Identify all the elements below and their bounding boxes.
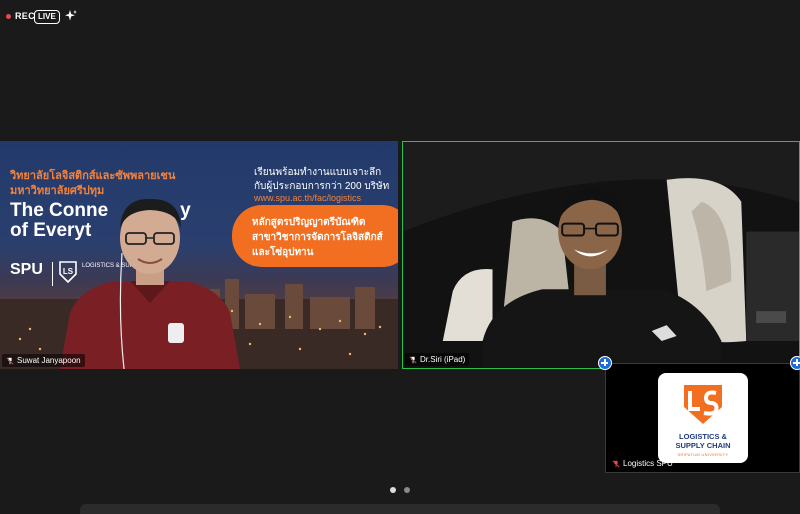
live-badge[interactable]: LIVE [34, 10, 60, 24]
participant-name-label: Dr.Siri (iPad) [405, 353, 470, 366]
video-tile-suwat[interactable]: วิทยาลัยโลจิสติกส์และซัพพลายเชน มหาวิทยา… [0, 141, 398, 369]
top-status-bar: REC LIVE [0, 0, 800, 34]
page-dot-2[interactable] [404, 487, 410, 493]
video-tile-logistics-spu[interactable]: LOGISTICS & SUPPLY CHAIN SRIPATUM UNIVER… [605, 363, 800, 473]
spu-logo-text: SPU [10, 261, 43, 278]
logo-line2: SUPPLY CHAIN [675, 441, 731, 450]
mic-muted-icon [612, 459, 620, 468]
pill-line3: และโซ่อุปทาน [252, 247, 314, 258]
sparkle-icon[interactable] [64, 9, 78, 23]
banner-url: www.spu.ac.th/fac/logistics [254, 193, 362, 203]
add-tile-button-left[interactable] [598, 356, 612, 370]
participant-name-label: Logistics SPU [608, 457, 677, 470]
participant-video-dr-siri [403, 142, 799, 368]
bottom-toolbar-edge [80, 504, 720, 514]
rec-label: REC [15, 11, 35, 21]
participant-video-suwat [60, 198, 240, 369]
banner-right-line2: กับผู้ประกอบการกว่า 200 บริษัท [254, 181, 390, 192]
logo-divider [52, 262, 53, 286]
banner-right-line1: เรียนพร้อมทำงานแบบเจาะลึก [254, 167, 382, 178]
page-indicator [390, 487, 410, 493]
logo-line1: LOGISTICS & [679, 432, 727, 441]
pill-line2: สาขาวิชาการจัดการโลจิสติกส์ [252, 232, 383, 243]
recording-indicator[interactable]: REC [6, 11, 35, 21]
mic-muted-icon [409, 355, 417, 364]
participant-name-label: Suwat Janyapoon [2, 354, 85, 367]
logistics-logo: LOGISTICS & SUPPLY CHAIN SRIPATUM UNIVER… [658, 373, 748, 463]
video-tile-dr-siri[interactable]: Dr.Siri (iPad) [402, 141, 800, 369]
add-tile-button-right[interactable] [790, 356, 800, 370]
mic-muted-icon [6, 356, 14, 365]
page-dot-1[interactable] [390, 487, 396, 493]
recording-dot-icon [6, 13, 11, 19]
ls-shield-logo-icon [684, 385, 722, 424]
pill-line1: หลักสูตรปริญญาตรีบัณฑิต [252, 217, 366, 228]
